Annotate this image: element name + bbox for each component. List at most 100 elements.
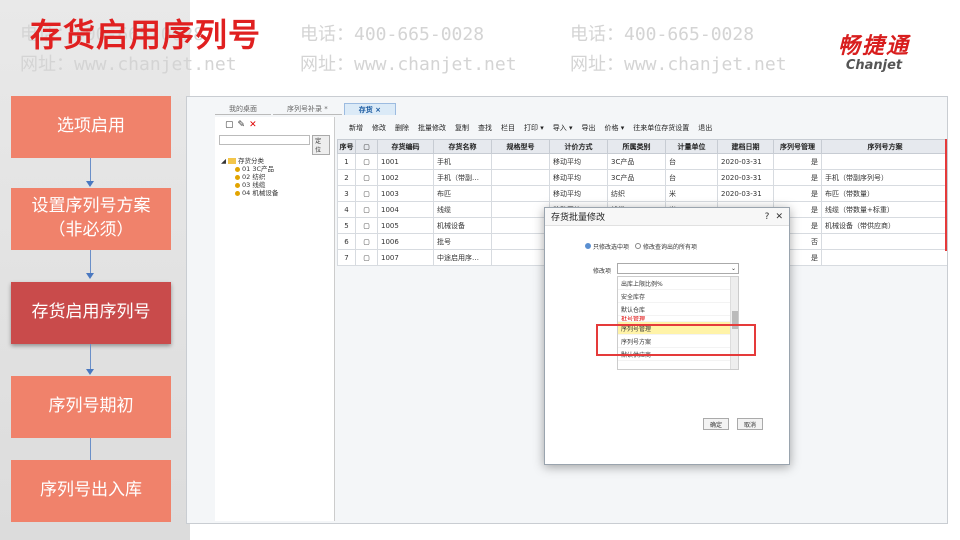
- node-icon: [235, 190, 240, 196]
- table-cell: 是: [773, 185, 822, 202]
- table-cell: 布匹（带数量）: [821, 185, 947, 202]
- node-icon: [235, 174, 240, 180]
- toolbar-exit[interactable]: 退出: [698, 123, 712, 133]
- row-checkbox[interactable]: ▢: [355, 153, 378, 170]
- table-cell: [491, 217, 550, 234]
- table-cell: 机械设备（带供应商）: [821, 217, 947, 234]
- col-header[interactable]: 计价方式: [549, 139, 608, 154]
- table-cell: 2: [337, 169, 356, 186]
- toolbar-price[interactable]: 价格 ▾: [605, 123, 625, 133]
- category-search-input[interactable]: [219, 135, 311, 145]
- table-cell: 批号: [433, 233, 492, 250]
- row-checkbox[interactable]: ▢: [355, 185, 378, 202]
- tree-node[interactable]: 03 线缆: [221, 181, 334, 189]
- table-cell: [491, 249, 550, 266]
- row-checkbox[interactable]: ▢: [355, 201, 378, 218]
- option-item[interactable]: 默认仓库: [618, 303, 738, 316]
- table-cell: 机械设备: [433, 217, 492, 234]
- table-cell: 2020-03-31: [717, 185, 774, 202]
- tab-inventory[interactable]: 存货 ×: [343, 103, 397, 115]
- col-header[interactable]: 存货编码: [377, 139, 434, 154]
- table-cell: [491, 185, 550, 202]
- row-checkbox[interactable]: ▢: [355, 249, 378, 266]
- toolbar-new[interactable]: 新增: [349, 123, 363, 133]
- cancel-button[interactable]: 取消: [737, 418, 764, 430]
- tab-serial-supplement[interactable]: 序列号补录 *: [273, 103, 342, 115]
- table-cell: 1005: [377, 217, 434, 234]
- toolbar-export[interactable]: 导出: [582, 123, 596, 133]
- table-cell: [491, 169, 550, 186]
- category-search: 定位: [215, 133, 334, 157]
- delete-icon[interactable]: ✕: [249, 120, 257, 130]
- select-all-checkbox[interactable]: ▢: [355, 139, 378, 154]
- toolbar-batch-edit[interactable]: 批量修改: [418, 123, 446, 133]
- table-cell: 是: [773, 153, 822, 170]
- dialog-title: 存货批量修改: [551, 213, 606, 223]
- logo-en: Chanjet: [845, 58, 903, 73]
- ok-button[interactable]: 确定: [703, 418, 730, 430]
- col-header[interactable]: 序列号管理: [773, 139, 822, 154]
- step-4: 序列号期初: [11, 376, 171, 438]
- watermark-site: 网址：www.chanjet.net: [300, 54, 517, 75]
- help-icon[interactable]: ?: [765, 212, 770, 222]
- locate-button[interactable]: 定位: [312, 135, 330, 155]
- field-select[interactable]: ⌄: [617, 263, 739, 274]
- row-checkbox[interactable]: ▢: [355, 217, 378, 234]
- option-item[interactable]: 出库上限比例%: [618, 277, 738, 290]
- collapse-icon[interactable]: ◢: [221, 157, 226, 165]
- category-panel: ▢ ✎ ✕ 定位 ◢ 存货分类 01 3C产品 02 纺织 03 线缆 04 机械…: [215, 117, 335, 521]
- toolbar-columns[interactable]: 栏目: [501, 123, 515, 133]
- radio-all-queried[interactable]: 修改查询出的所有项: [635, 242, 697, 251]
- table-cell: [821, 153, 947, 170]
- left-background: [0, 0, 190, 540]
- col-header[interactable]: 存货名称: [433, 139, 492, 154]
- close-icon[interactable]: ✕: [775, 212, 783, 222]
- table-cell: 4: [337, 201, 356, 218]
- table-cell: 1004: [377, 201, 434, 218]
- toolbar-import[interactable]: 导入 ▾: [553, 123, 573, 133]
- tree-root[interactable]: ◢ 存货分类: [221, 157, 334, 165]
- tab-desktop[interactable]: 我的桌面: [215, 103, 271, 115]
- edit-icon[interactable]: ✎: [238, 120, 246, 130]
- col-header[interactable]: 序号: [337, 139, 356, 154]
- table-cell: 布匹: [433, 185, 492, 202]
- step-3: 存货启用序列号: [11, 282, 171, 344]
- tree-node[interactable]: 04 机械设备: [221, 189, 334, 197]
- table-row[interactable]: 3 ▢ 1003 布匹 移动平均 纺织米 2020-03-31 是布匹（带数量）: [337, 185, 947, 202]
- row-checkbox[interactable]: ▢: [355, 169, 378, 186]
- toolbar-delete[interactable]: 删除: [395, 123, 409, 133]
- tree-node[interactable]: 01 3C产品: [221, 165, 334, 173]
- new-doc-icon[interactable]: ▢: [225, 120, 234, 130]
- app-screenshot: 我的桌面 序列号补录 * 存货 × ▢ ✎ ✕ 定位 ◢ 存货分类 01 3C产品…: [186, 96, 948, 524]
- tree-node-label: 04 机械设备: [242, 189, 279, 197]
- watermark-phone: 电话：400-665-0028: [300, 24, 485, 45]
- toolbar-copy[interactable]: 复制: [455, 123, 469, 133]
- col-header[interactable]: 计量单位: [665, 139, 718, 154]
- toolbar-print[interactable]: 打印 ▾: [524, 123, 544, 133]
- toolbar-find[interactable]: 查找: [478, 123, 492, 133]
- col-header[interactable]: 规格型号: [491, 139, 550, 154]
- table-cell: 3: [337, 185, 356, 202]
- table-row[interactable]: 2 ▢ 1002 手机（带副… 移动平均 3C产品台 2020-03-31 是手机（带副序列号…: [337, 169, 947, 186]
- tree-node[interactable]: 02 纺织: [221, 173, 334, 181]
- table-cell: 6: [337, 233, 356, 250]
- toolbar-edit[interactable]: 修改: [372, 123, 386, 133]
- table-row[interactable]: 1 ▢ 1001 手机 移动平均 3C产品台 2020-03-31 是: [337, 153, 947, 170]
- table-cell: 台: [665, 169, 718, 186]
- radio-selected-only[interactable]: 只修改选中项: [585, 242, 629, 251]
- toolbar: 新增 修改 删除 批量修改 复制 查找 栏目 打印 ▾ 导入 ▾ 导出 价格 ▾…: [337, 121, 947, 135]
- row-checkbox[interactable]: ▢: [355, 233, 378, 250]
- slide: 电话：400-665-0028 网址：www.chanjet.net 电话：40…: [0, 0, 960, 540]
- tree-root-label: 存货分类: [238, 157, 264, 165]
- col-header[interactable]: 序列号方案: [821, 139, 947, 154]
- toolbar-partner-settings[interactable]: 往来单位存货设置: [633, 123, 689, 133]
- table-cell: 5: [337, 217, 356, 234]
- logo-cn: 畅捷通: [837, 34, 910, 59]
- table-cell: 是: [773, 169, 822, 186]
- table-cell: 移动平均: [549, 185, 608, 202]
- col-header[interactable]: 所属类别: [607, 139, 666, 154]
- option-item[interactable]: 安全库存: [618, 290, 738, 303]
- radio-label: 只修改选中项: [593, 244, 630, 251]
- col-header[interactable]: 建档日期: [717, 139, 774, 154]
- table-cell: 移动平均: [549, 169, 608, 186]
